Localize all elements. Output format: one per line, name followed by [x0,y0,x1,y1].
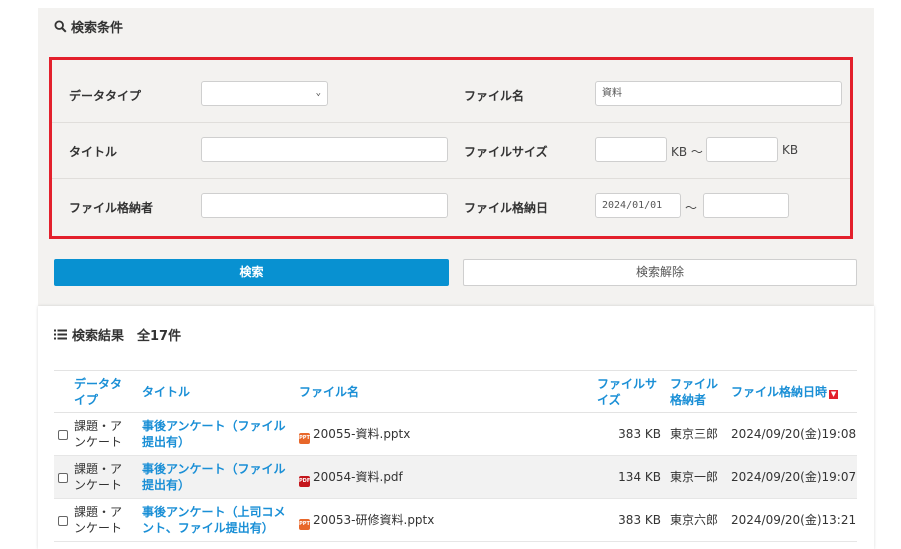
search-results-panel: 検索結果 全17件 データタイプ タイトル ファイル名 ファイルサイズ ファイル… [38,306,874,549]
column-header-data-type[interactable]: データタイプ [74,376,130,408]
file-date-from-input[interactable]: 2024/01/01 [595,193,681,218]
results-table: データタイプ タイトル ファイル名 ファイルサイズ ファイル格納者 ファイル格納… [54,370,857,542]
search-icon [54,20,67,33]
file-name-input[interactable]: 資料 [595,81,842,106]
pptx-file-icon: PPT [299,519,310,530]
data-type-label: データタイプ [69,89,142,103]
column-header-date[interactable]: ファイル格納日時 ▼ [731,384,839,400]
row-date: 2024/09/20(金)19:07 [731,470,857,484]
column-header-date-label: ファイル格納日時 [731,385,828,399]
row-checkbox[interactable] [58,516,68,526]
row-file-name[interactable]: PPT 20055-資料.pptx [299,426,410,444]
row-data-type: 課題・アンケート [74,505,123,535]
title-label: タイトル [69,145,118,159]
row-owner: 東京三郎 [670,427,719,441]
table-header: データタイプ タイトル ファイル名 ファイルサイズ ファイル格納者 ファイル格納… [54,370,857,413]
file-date-label: ファイル格納日 [464,201,549,215]
form-row-3: ファイル格納者 ファイル格納日 2024/01/01 ～ [52,179,850,235]
column-header-file-size[interactable]: ファイルサイズ [597,376,661,408]
page: 検索条件 データタイプ ⌄ ファイル名 資料 タイトル ファイルサイズ KB ～… [0,0,901,549]
file-owner-label: ファイル格納者 [69,201,154,215]
pptx-file-icon: PPT [299,433,310,444]
table-row: 課題・アンケート 事後アンケート（上司コメント、ファイル提出有） PPT 20053-… [54,499,857,542]
row-date: 2024/09/20(金)13:21 [731,513,857,527]
row-data-type: 課題・アンケート [74,462,123,492]
table-row: 課題・アンケート 事後アンケート（ファイル提出有） PDF 20054-資料.pdf 1… [54,456,857,499]
row-title-link[interactable]: 事後アンケート（上司コメント、ファイル提出有） [142,504,292,536]
row-checkbox[interactable] [58,430,68,440]
row-title-link[interactable]: 事後アンケート（ファイル提出有） [142,461,292,493]
row-file-size: 383 KB [618,513,661,527]
column-header-file-name[interactable]: ファイル名 [299,384,359,400]
row-file-name-text: 20055-資料.pptx [313,427,411,441]
row-owner: 東京六郎 [670,513,719,527]
row-owner: 東京一郎 [670,470,719,484]
row-file-name-text: 20054-資料.pdf [313,470,403,484]
clear-search-button[interactable]: 検索解除 [463,259,857,286]
file-size-from-input[interactable] [595,137,667,162]
list-icon [54,329,67,340]
search-button[interactable]: 検索 [54,259,449,286]
table-row: 課題・アンケート 事後アンケート（ファイル提出有） PPT 20055-資料.pptx… [54,413,857,456]
file-date-to-input[interactable] [703,193,789,218]
search-form: データタイプ ⌄ ファイル名 資料 タイトル ファイルサイズ KB ～ KB フ… [49,57,853,239]
search-conditions-title: 検索条件 [54,17,123,36]
search-conditions-label: 検索条件 [71,21,124,36]
file-size-label: ファイルサイズ [464,145,548,159]
file-size-to-input[interactable] [706,137,778,162]
data-type-select[interactable]: ⌄ [201,81,328,106]
file-name-label: ファイル名 [464,89,525,103]
chevron-down-icon: ⌄ [315,88,321,98]
search-results-label: 検索結果 全17件 [72,329,182,344]
file-date-separator: ～ [685,201,698,215]
row-file-size: 383 KB [618,427,661,441]
file-size-to-unit: KB [782,143,799,157]
pdf-file-icon: PDF [299,476,310,487]
file-name-value: 資料 [602,88,622,99]
row-date: 2024/09/20(金)19:08 [731,427,857,441]
title-input[interactable] [201,137,448,162]
row-data-type: 課題・アンケート [74,419,123,449]
table-body: 課題・アンケート 事後アンケート（ファイル提出有） PPT 20055-資料.pptx… [54,413,857,542]
row-title-link[interactable]: 事後アンケート（ファイル提出有） [142,418,292,450]
row-checkbox[interactable] [58,473,68,483]
file-date-from-value: 2024/01/01 [602,200,663,211]
file-size-from-unit: KB ～ [671,145,703,159]
form-row-1: データタイプ ⌄ ファイル名 資料 [52,67,850,123]
form-row-2: タイトル ファイルサイズ KB ～ KB [52,123,850,179]
row-file-name[interactable]: PPT 20053-研修資料.pptx [299,512,434,530]
row-file-name-text: 20053-研修資料.pptx [313,513,435,527]
row-file-size: 134 KB [618,470,661,484]
column-header-owner[interactable]: ファイル格納者 [670,376,722,408]
row-file-name[interactable]: PDF 20054-資料.pdf [299,469,403,487]
sort-desc-icon[interactable]: ▼ [829,390,839,399]
column-header-title[interactable]: タイトル [142,384,190,400]
search-results-title: 検索結果 全17件 [54,325,181,344]
file-owner-input[interactable] [201,193,448,218]
